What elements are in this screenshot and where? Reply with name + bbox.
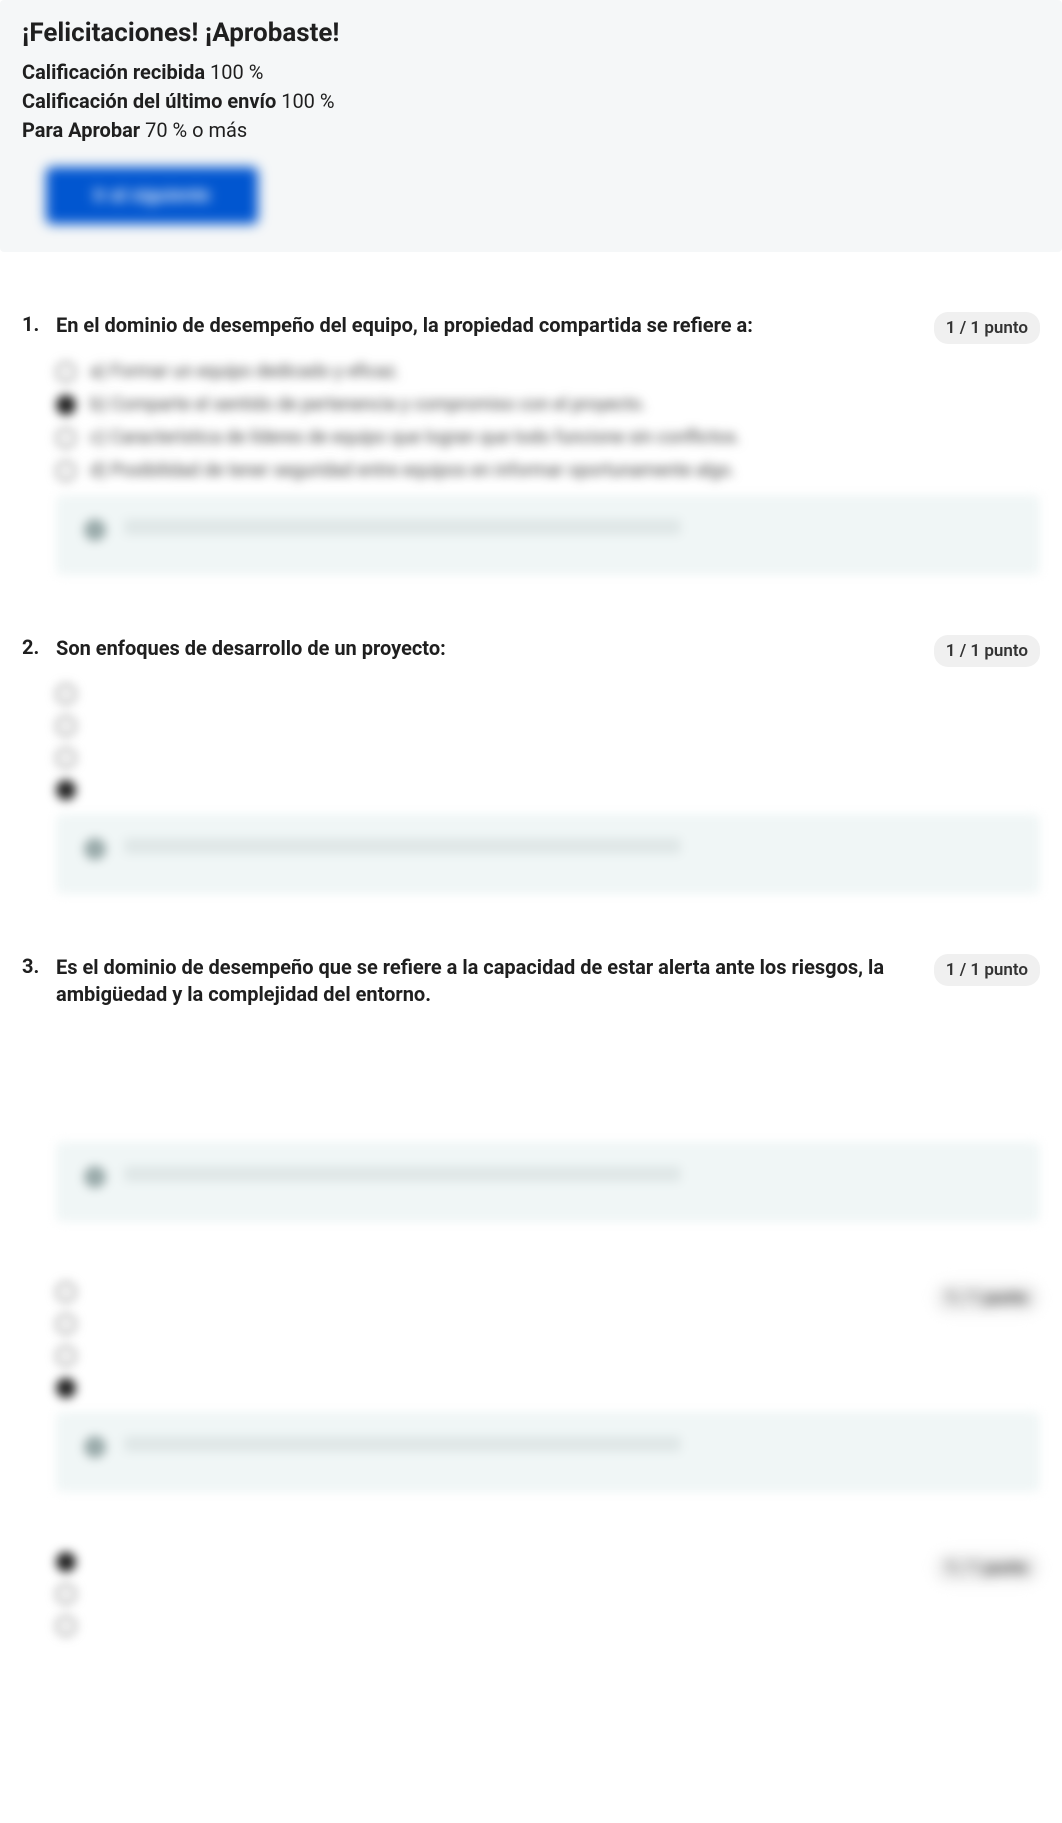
option[interactable]: b) Comparte el sentido de pertenencia y … <box>56 394 1040 415</box>
radio-icon <box>56 395 76 415</box>
question-score: 1 / 1 punto <box>934 635 1040 667</box>
question-options <box>56 1282 1040 1398</box>
question-options: a) Formar un equipo dedicado y eficaz. b… <box>56 361 1040 481</box>
radio-icon <box>56 684 76 704</box>
option[interactable] <box>56 684 1040 704</box>
feedback-box <box>56 495 1040 575</box>
question-2: 2. Son enfoques de desarrollo de un proy… <box>22 635 1040 894</box>
option[interactable]: d) Posibilidad de tener seguridad entre … <box>56 460 1040 481</box>
question-options <box>56 684 1040 800</box>
radio-icon <box>56 362 76 382</box>
result-header: ¡Felicitaciones! ¡Aprobaste! Calificació… <box>0 0 1062 252</box>
option[interactable] <box>56 1378 1040 1398</box>
option[interactable] <box>56 748 1040 768</box>
feedback-text <box>124 519 681 535</box>
radio-icon <box>56 780 76 800</box>
feedback-text <box>124 1166 681 1182</box>
radio-icon <box>56 748 76 768</box>
option[interactable] <box>56 1616 1040 1636</box>
question-score: 1 / 1 punto <box>934 312 1040 344</box>
radio-icon <box>56 1314 76 1334</box>
radio-icon <box>56 1378 76 1398</box>
radio-icon <box>56 461 76 481</box>
feedback-text <box>124 838 681 854</box>
result-title: ¡Felicitaciones! ¡Aprobaste! <box>22 18 1040 48</box>
question-3: 3. Es el dominio de desempeño que se ref… <box>22 954 1040 1222</box>
question-text: En el dominio de desempeño del equipo, l… <box>56 312 1040 339</box>
question-1: 1. En el dominio de desempeño del equipo… <box>22 312 1040 575</box>
question-text: Es el dominio de desempeño que se refier… <box>56 954 1040 1008</box>
grade-last-submission: Calificación del último envío 100 % <box>22 87 1040 116</box>
option[interactable] <box>56 716 1040 736</box>
question-number: 1. <box>22 312 42 336</box>
option[interactable] <box>56 1584 1040 1604</box>
radio-icon <box>56 716 76 736</box>
option[interactable] <box>56 1552 1040 1572</box>
feedback-box <box>56 1412 1040 1492</box>
question-number: 3. <box>22 954 42 978</box>
next-button[interactable]: Ir al siguiente <box>46 167 258 224</box>
feedback-text <box>124 1436 681 1452</box>
check-icon <box>84 838 106 860</box>
option[interactable] <box>56 1314 1040 1334</box>
grade-to-pass: Para Aprobar 70 % o más <box>22 116 1040 145</box>
option[interactable] <box>56 1282 1040 1302</box>
question-number: 2. <box>22 635 42 659</box>
question-4: 1 / 1 punto <box>22 1282 1040 1492</box>
option[interactable] <box>56 1346 1040 1366</box>
radio-icon <box>56 1282 76 1302</box>
option[interactable]: c) Característica de líderes de equipo q… <box>56 427 1040 448</box>
feedback-box <box>56 814 1040 894</box>
radio-icon <box>56 1616 76 1636</box>
question-options <box>56 1552 1040 1636</box>
option[interactable]: a) Formar un equipo dedicado y eficaz. <box>56 361 1040 382</box>
radio-icon <box>56 1584 76 1604</box>
feedback-box <box>56 1142 1040 1222</box>
radio-icon <box>56 1552 76 1572</box>
check-icon <box>84 1166 106 1188</box>
radio-icon <box>56 428 76 448</box>
radio-icon <box>56 1346 76 1366</box>
check-icon <box>84 1436 106 1458</box>
check-icon <box>84 519 106 541</box>
question-text: Son enfoques de desarrollo de un proyect… <box>56 635 1040 662</box>
questions-list: 1. En el dominio de desempeño del equipo… <box>0 252 1062 1736</box>
option[interactable] <box>56 780 1040 800</box>
grade-received: Calificación recibida 100 % <box>22 58 1040 87</box>
question-score: 1 / 1 punto <box>934 954 1040 986</box>
question-5: 1 / 1 punto <box>22 1552 1040 1636</box>
